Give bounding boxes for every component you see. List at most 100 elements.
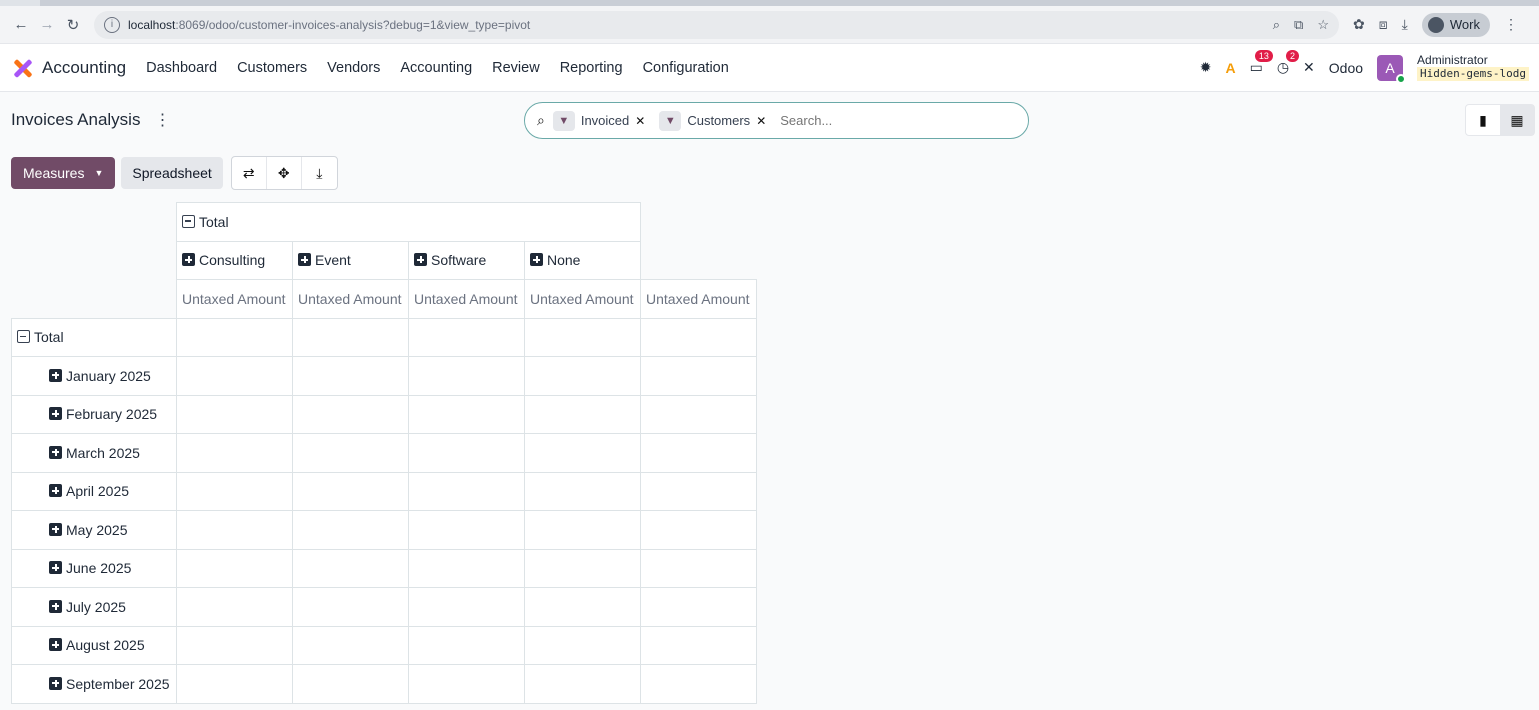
browser-menu-icon[interactable]: ⋮ — [1504, 16, 1518, 33]
row-header-month[interactable]: April 2025 — [11, 471, 177, 511]
table-cell[interactable] — [176, 471, 293, 511]
row-header-month[interactable]: June 2025 — [11, 548, 177, 588]
row-header-month[interactable]: March 2025 — [11, 433, 177, 473]
spreadsheet-button[interactable]: Spreadsheet — [121, 157, 223, 189]
col-header-software[interactable]: Software — [408, 240, 525, 280]
table-cell[interactable] — [408, 664, 525, 704]
menu-dashboard[interactable]: Dashboard — [146, 60, 217, 76]
row-header-month[interactable]: May 2025 — [11, 510, 177, 550]
table-cell[interactable] — [640, 587, 757, 627]
table-cell[interactable] — [524, 548, 641, 588]
table-cell[interactable] — [408, 548, 525, 588]
menu-review[interactable]: Review — [492, 60, 540, 76]
measure-header[interactable]: Untaxed Amount — [408, 279, 525, 319]
table-cell[interactable] — [176, 664, 293, 704]
table-cell[interactable] — [640, 510, 757, 550]
table-cell[interactable] — [292, 510, 409, 550]
back-icon[interactable]: ← — [8, 12, 34, 38]
forward-icon[interactable]: → — [34, 12, 60, 38]
address-bar[interactable]: i localhost:8069/odoo/customer-invoices-… — [94, 10, 1339, 39]
measures-button[interactable]: Measures ▼ — [11, 157, 116, 189]
table-cell[interactable] — [176, 356, 293, 396]
site-info-icon[interactable]: i — [104, 16, 120, 33]
table-cell[interactable] — [408, 471, 525, 511]
table-cell[interactable] — [176, 394, 293, 434]
table-cell[interactable] — [640, 664, 757, 704]
user-avatar[interactable]: A — [1377, 54, 1407, 84]
table-cell[interactable] — [292, 587, 409, 627]
table-cell[interactable] — [292, 356, 409, 396]
table-cell[interactable] — [524, 394, 641, 434]
table-cell[interactable] — [292, 664, 409, 704]
menu-vendors[interactable]: Vendors — [327, 60, 380, 76]
menu-accounting[interactable]: Accounting — [400, 60, 472, 76]
actions-kebab-icon[interactable]: ⋮ — [154, 110, 170, 130]
table-cell[interactable] — [408, 625, 525, 665]
table-cell[interactable] — [524, 664, 641, 704]
remove-facet-icon[interactable]: ✕ — [635, 114, 645, 128]
facet-invoiced[interactable]: ▼ Invoiced ✕ — [552, 110, 651, 131]
row-header-total[interactable]: Total — [11, 317, 177, 357]
company-switcher[interactable]: Odoo — [1329, 60, 1363, 76]
extension-icon[interactable]: ✿ — [1353, 16, 1365, 33]
table-cell[interactable] — [640, 433, 757, 473]
bookmark-star-icon[interactable]: ☆ — [1317, 17, 1329, 33]
row-header-month[interactable]: January 2025 — [11, 356, 177, 396]
search-bar[interactable]: ⌕ ▼ Invoiced ✕ ▼ Customers ✕ — [524, 102, 1029, 139]
table-cell[interactable] — [408, 394, 525, 434]
row-header-month[interactable]: September 2025 — [11, 664, 177, 704]
flip-axis-icon[interactable]: ⇄ — [232, 157, 267, 189]
graph-view-icon[interactable]: ▮ — [1466, 105, 1500, 135]
table-cell[interactable] — [176, 625, 293, 665]
table-cell[interactable] — [176, 510, 293, 550]
table-cell[interactable] — [408, 356, 525, 396]
download-icon[interactable]: ⤓ — [1402, 16, 1408, 33]
menu-configuration[interactable]: Configuration — [643, 60, 729, 76]
measure-header[interactable]: Untaxed Amount — [176, 279, 293, 319]
table-cell[interactable] — [640, 317, 757, 357]
col-header-consulting[interactable]: Consulting — [176, 240, 293, 280]
install-app-icon[interactable]: ⧉ — [1294, 17, 1303, 33]
table-cell[interactable] — [176, 548, 293, 588]
search-icon[interactable]: ⌕ — [537, 112, 545, 129]
tools-icon[interactable]: ✕ — [1303, 59, 1315, 76]
table-cell[interactable] — [640, 356, 757, 396]
facet-customers[interactable]: ▼ Customers ✕ — [659, 110, 772, 131]
table-cell[interactable] — [640, 471, 757, 511]
col-header-none[interactable]: None — [524, 240, 641, 280]
table-cell[interactable] — [292, 548, 409, 588]
table-cell[interactable] — [292, 471, 409, 511]
measure-header[interactable]: Untaxed Amount — [640, 279, 757, 319]
profile-button[interactable]: Work — [1421, 12, 1490, 37]
table-cell[interactable] — [640, 548, 757, 588]
menu-customers[interactable]: Customers — [237, 60, 307, 76]
table-cell[interactable] — [292, 433, 409, 473]
download-xlsx-icon[interactable]: ⤓ — [302, 157, 337, 189]
table-cell[interactable] — [524, 433, 641, 473]
app-name[interactable]: Accounting — [42, 58, 126, 78]
pivot-view-icon[interactable]: ▦ — [1500, 105, 1534, 135]
table-cell[interactable] — [292, 394, 409, 434]
table-cell[interactable] — [524, 510, 641, 550]
table-cell[interactable] — [176, 433, 293, 473]
table-cell[interactable] — [524, 625, 641, 665]
debug-bug-icon[interactable]: ✹ — [1200, 59, 1212, 76]
table-cell[interactable] — [524, 587, 641, 627]
table-cell[interactable] — [292, 317, 409, 357]
expand-all-icon[interactable]: ✥ — [267, 157, 302, 189]
col-header-total[interactable]: Total — [176, 202, 641, 242]
menu-reporting[interactable]: Reporting — [560, 60, 623, 76]
ai-icon[interactable]: A — [1225, 60, 1235, 76]
table-cell[interactable] — [640, 394, 757, 434]
messages-icon[interactable]: ▭ 13 — [1250, 50, 1273, 76]
activities-clock-icon[interactable]: ◷ 2 — [1277, 50, 1300, 76]
measure-header[interactable]: Untaxed Amount — [292, 279, 409, 319]
extensions-puzzle-icon[interactable]: ⧈ — [1379, 16, 1388, 33]
col-header-event[interactable]: Event — [292, 240, 409, 280]
table-cell[interactable] — [176, 587, 293, 627]
zoom-icon[interactable]: ⌕ — [1273, 17, 1280, 33]
row-header-month[interactable]: July 2025 — [11, 587, 177, 627]
table-cell[interactable] — [524, 356, 641, 396]
app-logo-icon[interactable] — [10, 56, 34, 80]
user-menu[interactable]: Administrator Hidden-gems-lodg — [1417, 53, 1529, 82]
